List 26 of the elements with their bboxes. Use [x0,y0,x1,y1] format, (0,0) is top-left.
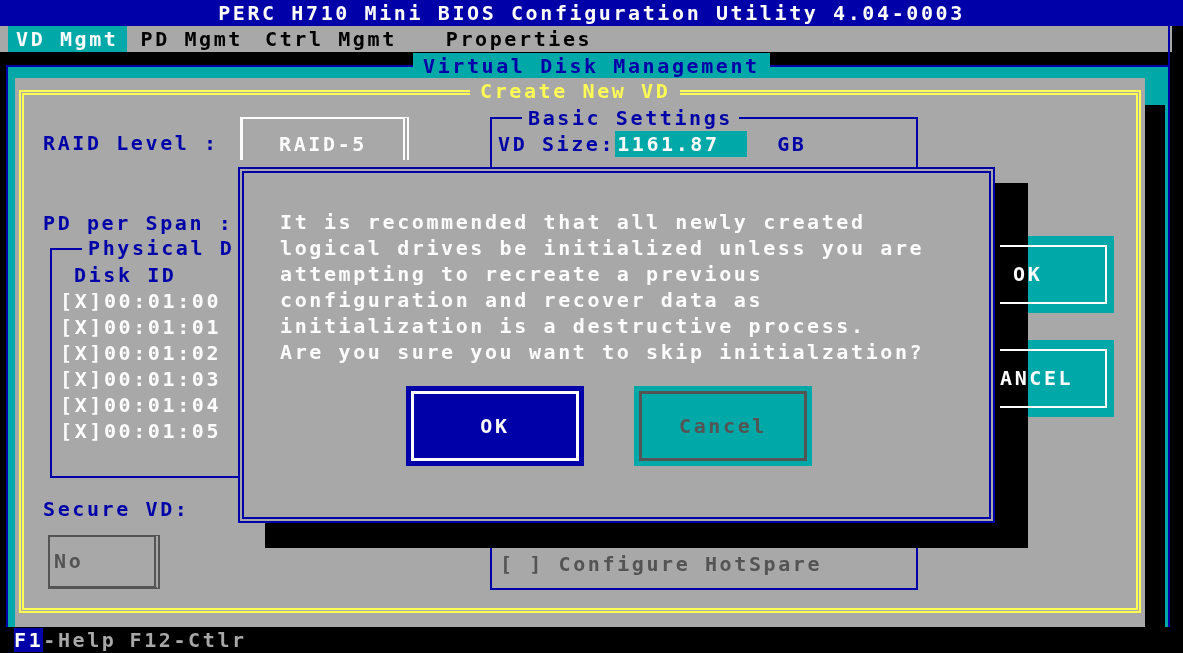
disk-item[interactable]: [X]00:01:04 [60,392,222,418]
menu-tab[interactable]: Properties [437,26,601,52]
column-header: Disk ID [73,262,178,288]
disk-item[interactable]: [X]00:01:05 [60,418,222,444]
field-label: PD per Span : [43,210,234,236]
message-text: It is recommended that all newly created logical drives be initialized unless you are attempting to recreate a previous configuration and recover data as initialization is a destructive process. Are you sure you want to skip initialzation? [280,209,926,365]
disk-item[interactable]: [X]00:01:00 [60,288,222,314]
menu-tab[interactable]: PD Mgmt [132,26,251,52]
key-label: F12 [129,628,174,652]
frame-title: Physical D [82,236,241,260]
vd-size-field[interactable]: 1161.87 [615,131,748,157]
menu-tab[interactable]: VD Mgmt [8,26,127,52]
disk-item[interactable]: [X]00:01:01 [60,314,222,340]
key-label: F1 [14,628,44,652]
key-description: -Ctlr [173,628,247,652]
disk-item[interactable]: [X]00:01:03 [60,366,222,392]
panel-title: Virtual Disk Management [413,53,770,79]
title-bar: PERC H710 Mini BIOS Configuration Utility 4.04-0003 [0,0,1183,26]
key-description: -Help [43,628,117,652]
raid-level-field[interactable]: RAID-5 [240,117,409,160]
disk-item[interactable]: [X]00:01:02 [60,340,222,366]
menu-tab[interactable]: Ctrl Mgmt [257,26,405,52]
field-label: VD Size: [498,131,616,157]
unit-label: GB [777,131,807,157]
field-label: Secure VD: [43,496,190,522]
field-label: RAID Level : [43,130,219,156]
